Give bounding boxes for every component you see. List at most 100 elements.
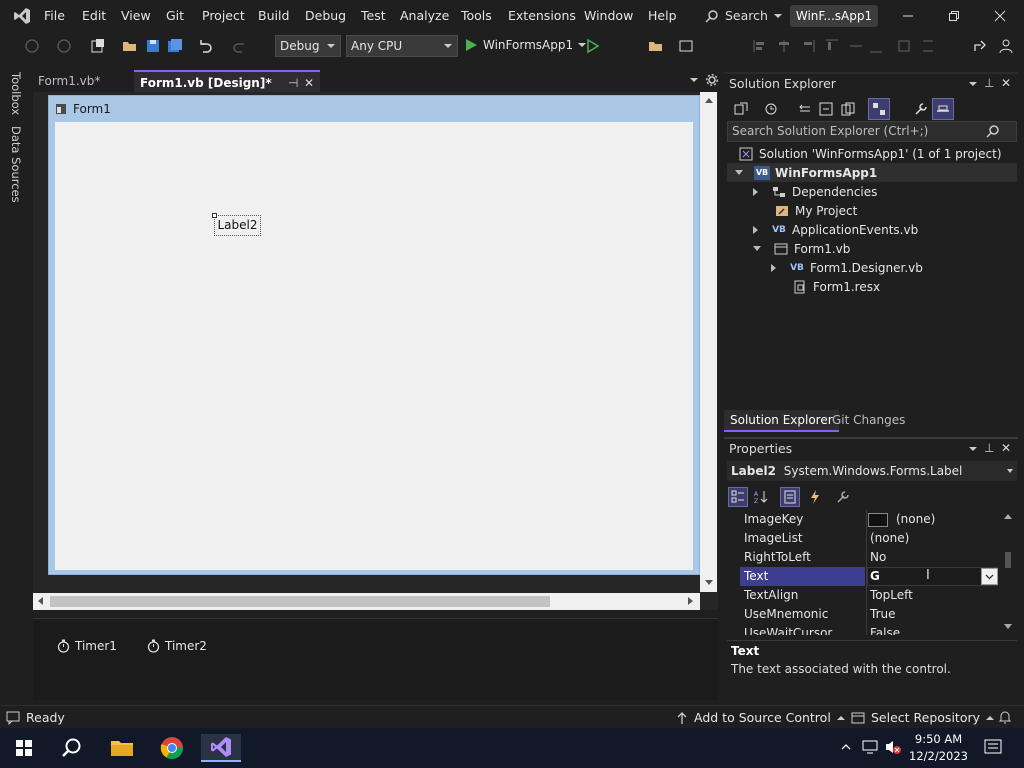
align-rights-icon[interactable]: [800, 38, 816, 54]
add-to-source-control-button[interactable]: Add to Source Control: [676, 710, 845, 725]
show-all-files-icon[interactable]: [841, 102, 855, 116]
tree-form1-resx[interactable]: Form1.resx: [792, 277, 880, 296]
collapsed-arrow-icon[interactable]: [753, 225, 758, 234]
events-lightning-icon[interactable]: [808, 490, 822, 504]
search-icon[interactable]: [986, 124, 1000, 138]
menu-git[interactable]: Git: [166, 8, 184, 23]
designer-vertical-scrollbar[interactable]: [700, 92, 717, 592]
toolbox-tab[interactable]: Toolbox: [9, 72, 23, 115]
person-feedback-icon[interactable]: [998, 38, 1014, 54]
scroll-left-icon[interactable]: [38, 597, 43, 605]
property-row-righttoleft[interactable]: RightToLeft No: [740, 548, 998, 567]
visual-studio-logo-icon[interactable]: [12, 6, 32, 26]
start-button[interactable]: [4, 734, 44, 762]
label2-control[interactable]: Label2: [214, 215, 261, 236]
tree-dependencies[interactable]: Dependencies: [753, 182, 877, 201]
system-clock[interactable]: 9:50 AM 12/2/2023: [909, 731, 968, 765]
text-value-input[interactable]: [867, 567, 998, 586]
tree-application-events[interactable]: VB ApplicationEvents.vb: [753, 220, 918, 239]
visual-studio-taskbar-button[interactable]: [201, 734, 241, 762]
pin-icon[interactable]: ⊣: [288, 72, 298, 94]
collapse-all-icon[interactable]: [819, 102, 833, 116]
filter-button[interactable]: [868, 98, 890, 120]
search-menu[interactable]: Search: [705, 8, 782, 23]
history-icon[interactable]: [764, 102, 778, 116]
scroll-thumb[interactable]: [50, 596, 550, 607]
file-explorer-button[interactable]: [102, 734, 142, 762]
maximize-button[interactable]: [932, 4, 976, 28]
expanded-arrow-icon[interactable]: [753, 246, 761, 251]
menu-tools[interactable]: Tools: [461, 8, 492, 23]
taskbar-search-button[interactable]: [52, 734, 92, 762]
menu-view[interactable]: View: [121, 8, 151, 23]
align-middles-icon[interactable]: [848, 38, 864, 54]
pin-icon[interactable]: ⊥: [984, 76, 994, 90]
preview-button[interactable]: [932, 98, 954, 120]
forward-icon[interactable]: [56, 38, 72, 54]
window-title[interactable]: WinF...sApp1: [790, 5, 878, 27]
chevron-up-icon[interactable]: [840, 741, 852, 753]
collapsed-arrow-icon[interactable]: [753, 187, 758, 196]
property-row-textalign[interactable]: TextAlign TopLeft: [740, 586, 998, 605]
data-sources-tab[interactable]: Data Sources: [9, 126, 23, 203]
spacing-icon[interactable]: [920, 38, 936, 54]
gear-icon[interactable]: [706, 74, 718, 86]
menu-analyze[interactable]: Analyze: [400, 8, 449, 23]
alphabetical-icon[interactable]: AZ: [754, 490, 768, 504]
tab-form1-vb[interactable]: Form1.vb*: [32, 70, 130, 92]
pending-changes-icon[interactable]: [798, 102, 812, 116]
notifications-icon[interactable]: [984, 739, 1002, 757]
tree-form1-designer[interactable]: VB Form1.Designer.vb: [771, 258, 923, 277]
tab-overflow-icon[interactable]: [690, 78, 698, 82]
property-row-text[interactable]: Text G I: [740, 567, 998, 586]
properties-scrollbar[interactable]: [1000, 510, 1016, 635]
chrome-button[interactable]: [152, 734, 192, 762]
wrench-icon[interactable]: [914, 102, 928, 116]
value-dropdown-button[interactable]: [981, 568, 998, 585]
tray-timer2[interactable]: Timer2: [147, 639, 207, 653]
align-centers-icon[interactable]: [776, 38, 792, 54]
back-icon[interactable]: [24, 38, 40, 54]
tab-solution-explorer[interactable]: Solution Explorer: [724, 410, 839, 432]
redo-icon[interactable]: [232, 38, 248, 54]
resize-handle[interactable]: [212, 213, 217, 218]
menu-project[interactable]: Project: [202, 8, 245, 23]
menu-debug[interactable]: Debug: [305, 8, 346, 23]
select-repository-button[interactable]: Select Repository: [851, 710, 995, 725]
panel-menu-icon[interactable]: [969, 82, 977, 86]
solution-search-input[interactable]: Search Solution Explorer (Ctrl+;): [727, 121, 1017, 142]
tree-project[interactable]: VB WinFormsApp1: [735, 163, 877, 182]
form1-window[interactable]: Form1: [48, 95, 700, 575]
form-client-area[interactable]: [55, 122, 693, 570]
scroll-down-icon[interactable]: [705, 580, 713, 585]
start-without-debugging-icon[interactable]: [584, 38, 600, 54]
close-window-button[interactable]: [978, 4, 1022, 28]
menu-help[interactable]: Help: [648, 8, 677, 23]
save-all-icon[interactable]: [167, 38, 183, 54]
tray-timer1[interactable]: Timer1: [57, 639, 117, 653]
platform-combo[interactable]: Any CPU: [346, 35, 458, 57]
scroll-thumb[interactable]: [1005, 552, 1011, 568]
bell-icon[interactable]: [998, 710, 1012, 724]
network-icon[interactable]: [862, 740, 878, 754]
menu-window[interactable]: Window: [584, 8, 633, 23]
object-selector[interactable]: Label2 System.Windows.Forms.Label: [727, 461, 1017, 481]
align-lefts-icon[interactable]: [752, 38, 768, 54]
property-pages-wrench-icon[interactable]: [836, 490, 850, 504]
tab-form1-design[interactable]: Form1.vb [Design]* ⊣ ✕: [134, 70, 320, 92]
close-panel-icon[interactable]: ✕: [1001, 76, 1011, 90]
scroll-up-icon[interactable]: [705, 98, 713, 103]
menu-file[interactable]: File: [44, 8, 65, 23]
menu-test[interactable]: Test: [361, 8, 386, 23]
pin-icon[interactable]: ⊥: [984, 441, 994, 455]
scroll-down-icon[interactable]: [1004, 624, 1012, 629]
expanded-arrow-icon[interactable]: [735, 170, 743, 175]
volume-muted-icon[interactable]: [884, 739, 902, 755]
menu-extensions[interactable]: Extensions: [508, 8, 576, 23]
categorized-button[interactable]: [728, 487, 748, 507]
new-project-icon[interactable]: [90, 38, 106, 54]
property-row-usewaitcursor[interactable]: UseWaitCursor False: [740, 624, 998, 635]
configuration-combo[interactable]: Debug: [275, 35, 341, 57]
undo-icon[interactable]: [197, 38, 213, 54]
share-icon[interactable]: [972, 38, 988, 54]
